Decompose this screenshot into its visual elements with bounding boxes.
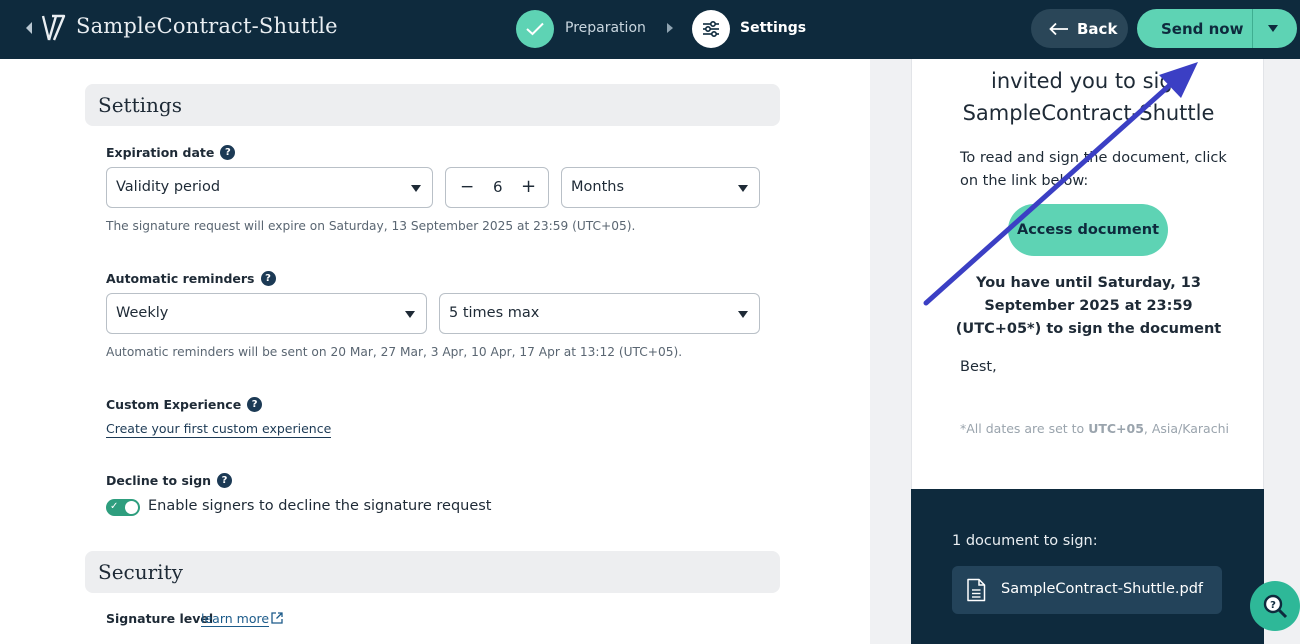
help-search-icon: ?	[1263, 594, 1288, 619]
timezone-note-zone: UTC+05	[1088, 421, 1144, 436]
decline-to-sign-label: Decline to sign ?	[106, 473, 233, 488]
file-icon	[967, 578, 986, 602]
collapse-caret-icon[interactable]	[26, 22, 32, 34]
documents-count-text: 1 document to sign:	[952, 533, 1098, 549]
checkmark-icon	[526, 22, 544, 36]
expiration-amount-stepper[interactable]: − 6 +	[445, 167, 549, 208]
document-title: SampleContract-Shuttle	[76, 14, 338, 38]
external-link-icon[interactable]	[270, 611, 284, 625]
expiration-unit-value: Months	[571, 179, 625, 195]
expiration-mode-select[interactable]: Validity period	[106, 167, 433, 208]
create-custom-experience-link[interactable]: Create your first custom experience	[106, 421, 332, 438]
logo-icon	[41, 14, 66, 41]
document-chip[interactable]: SampleContract-Shuttle.pdf	[952, 566, 1222, 614]
send-now-button[interactable]: Send now	[1137, 9, 1297, 48]
reminders-hint: Automatic reminders will be sent on 20 M…	[106, 345, 683, 359]
access-document-button[interactable]: Access document	[1008, 204, 1168, 256]
send-now-label: Send now	[1161, 20, 1244, 38]
expiration-date-label: Expiration date ?	[106, 145, 236, 160]
timezone-note-suffix: , Asia/Karachi	[1143, 421, 1229, 436]
security-section-title: Security	[98, 560, 183, 584]
reminder-frequency-select[interactable]: Weekly	[106, 293, 427, 334]
caret-down-icon	[738, 185, 748, 192]
reminder-frequency-value: Weekly	[116, 305, 169, 321]
automatic-reminders-label-text: Automatic reminders	[106, 271, 255, 286]
help-icon[interactable]: ?	[247, 397, 263, 412]
decline-toggle[interactable]: ✓	[106, 499, 140, 516]
sliders-icon	[703, 20, 719, 38]
step-preparation-icon[interactable]	[516, 10, 554, 48]
expiration-date-label-text: Expiration date	[106, 145, 215, 160]
timezone-note: *All dates are set to UTC+05, Asia/Karac…	[960, 421, 1229, 436]
minus-icon[interactable]: −	[460, 177, 474, 197]
decline-toggle-label[interactable]: Enable signers to decline the signature …	[148, 498, 492, 514]
step-preparation-label[interactable]: Preparation	[565, 20, 646, 36]
learn-more-link[interactable]: learn more	[201, 611, 270, 627]
settings-section-header: Settings	[85, 84, 780, 126]
step-settings-label[interactable]: Settings	[740, 20, 806, 36]
email-sign-off: Best,	[960, 359, 997, 375]
signature-level-label: Signature level	[106, 611, 214, 626]
caret-down-icon	[405, 311, 415, 318]
help-icon[interactable]: ?	[217, 473, 233, 488]
send-options-caret-icon[interactable]	[1268, 25, 1278, 32]
security-section-header: Security	[85, 551, 780, 593]
send-button-divider	[1252, 9, 1253, 48]
expiration-unit-select[interactable]: Months	[561, 167, 760, 208]
expiration-hint: The signature request will expire on Sat…	[106, 219, 636, 233]
toggle-check-icon: ✓	[110, 501, 119, 512]
reminder-max-value: 5 times max	[449, 305, 540, 321]
back-button[interactable]: Back	[1031, 9, 1128, 48]
plus-icon[interactable]: +	[521, 176, 536, 197]
email-heading-line2: SampleContract-Shuttle	[962, 101, 1215, 125]
email-preview-card: invited you to sign SampleContract-Shutt…	[911, 59, 1264, 489]
decline-to-sign-label-text: Decline to sign	[106, 473, 212, 488]
email-body-text: To read and sign the document, click on …	[960, 150, 1227, 189]
caret-down-icon	[738, 311, 748, 318]
help-search-button[interactable]: ?	[1250, 581, 1300, 631]
timezone-note-prefix: *All dates are set to	[960, 421, 1089, 436]
step-settings-icon[interactable]	[692, 10, 730, 48]
top-bar: SampleContract-Shuttle Preparation Setti…	[0, 0, 1300, 59]
caret-down-icon	[411, 185, 421, 192]
chevron-right-icon	[667, 23, 673, 33]
help-icon[interactable]: ?	[260, 271, 276, 286]
help-icon[interactable]: ?	[220, 145, 236, 160]
email-heading-line1: invited you to sign	[991, 69, 1186, 93]
email-deadline-text: You have until Saturday, 13 September 20…	[955, 275, 1222, 337]
automatic-reminders-label: Automatic reminders ?	[106, 271, 276, 286]
arrow-left-icon	[1049, 22, 1068, 35]
custom-experience-label-text: Custom Experience	[106, 397, 242, 412]
back-button-label: Back	[1077, 19, 1118, 38]
toggle-knob	[125, 501, 138, 514]
svg-text:?: ?	[1270, 600, 1276, 611]
custom-experience-label: Custom Experience ?	[106, 397, 263, 412]
expiration-amount-value[interactable]: 6	[493, 178, 503, 196]
email-document-footer: 1 document to sign: SampleContract-Shutt…	[911, 489, 1264, 644]
document-name: SampleContract-Shuttle.pdf	[1001, 581, 1204, 597]
settings-section-title: Settings	[98, 93, 182, 117]
reminder-max-select[interactable]: 5 times max	[439, 293, 760, 334]
expiration-mode-value: Validity period	[116, 179, 221, 195]
